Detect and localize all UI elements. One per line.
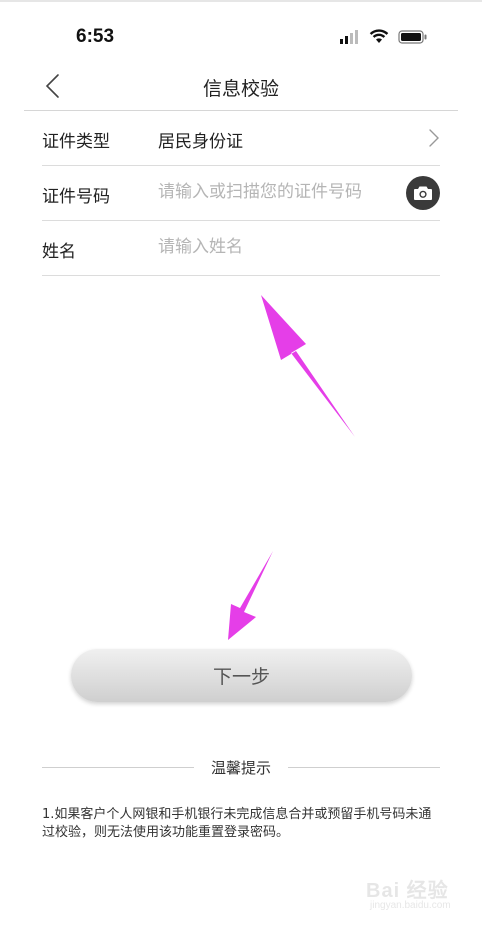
watermark-logo: Bai 经验 jingyan.baidu.com bbox=[364, 866, 464, 918]
name-input[interactable] bbox=[158, 232, 388, 262]
name-label: 姓名 bbox=[42, 242, 76, 262]
page-title: 信息校验 bbox=[202, 78, 279, 100]
nav-bar: 信息校验 bbox=[24, 60, 458, 111]
next-step-button[interactable]: 下一步 bbox=[71, 649, 412, 702]
camera-scan-button[interactable] bbox=[406, 176, 440, 210]
id-number-row: 证件号码 bbox=[42, 166, 440, 221]
status-bar: 6:53 bbox=[0, 20, 482, 56]
top-divider bbox=[0, 0, 482, 2]
id-number-label: 证件号码 bbox=[42, 187, 110, 207]
watermark-subtext: jingyan.baidu.com bbox=[370, 900, 451, 911]
id-number-input[interactable] bbox=[158, 177, 388, 207]
watermark-text: Bai 经验 bbox=[366, 880, 449, 902]
id-type-row[interactable]: 证件类型 居民身份证 bbox=[42, 111, 440, 166]
wifi-icon bbox=[369, 29, 389, 43]
name-row: 姓名 bbox=[42, 221, 440, 276]
tips-header: 温馨提示 bbox=[42, 757, 440, 777]
status-icons bbox=[340, 29, 428, 44]
chevron-right-icon[interactable] bbox=[428, 128, 440, 148]
id-type-value: 居民身份证 bbox=[158, 132, 243, 152]
tips-divider-right bbox=[288, 767, 440, 768]
cellular-signal-icon bbox=[340, 29, 358, 44]
annotation-arrow-lower-shape bbox=[228, 551, 273, 640]
annotation-arrow-upper-shape bbox=[261, 295, 355, 437]
id-type-label: 证件类型 bbox=[42, 132, 110, 152]
tips-text: 1.如果客户个人网银和手机银行未完成信息合并或预留手机号码未通过校验，则无法使用… bbox=[42, 807, 432, 840]
battery-icon bbox=[398, 29, 427, 44]
verification-form: 证件类型 居民身份证 证件号码 姓名 bbox=[42, 111, 440, 276]
status-time: 6:53 bbox=[76, 26, 115, 47]
camera-icon bbox=[414, 186, 432, 200]
